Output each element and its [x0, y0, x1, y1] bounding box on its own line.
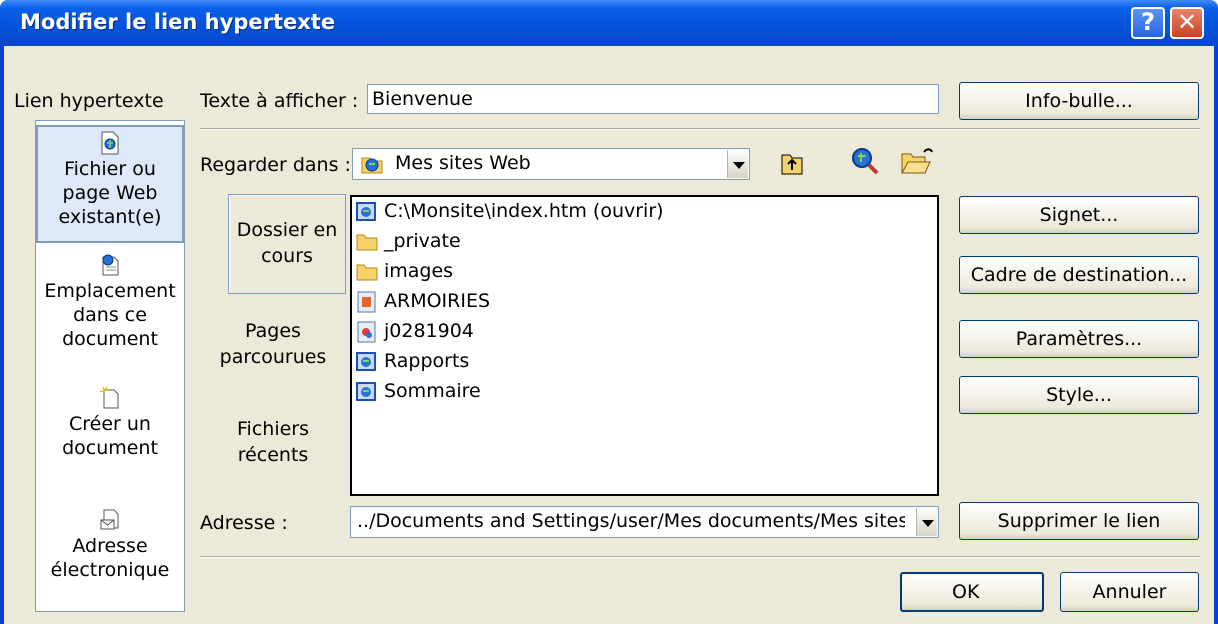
web-project-icon: [356, 351, 376, 371]
list-item[interactable]: ARMOIRIES: [356, 287, 490, 315]
file-name: Rapports: [384, 350, 470, 372]
list-item[interactable]: C:\Monsite\index.htm (ouvrir): [356, 197, 664, 225]
scope-recent-files[interactable]: Fichiers récents: [200, 416, 346, 468]
close-icon: ✕: [1176, 8, 1198, 36]
link-type-new-document[interactable]: Créer un document: [36, 386, 184, 476]
link-type-existing-file[interactable]: Fichier ou page Web existant(e): [36, 125, 184, 243]
link-type-label-line1: Adresse: [72, 535, 148, 557]
ok-button[interactable]: OK: [900, 572, 1044, 612]
scope-label-line1: Dossier en: [236, 219, 338, 241]
new-document-icon: [99, 386, 119, 409]
list-item[interactable]: j0281904: [356, 317, 474, 345]
web-search-button[interactable]: [846, 144, 886, 180]
target-frame-button[interactable]: Cadre de destination...: [959, 256, 1199, 294]
separator: [200, 128, 1200, 130]
link-section-label: Lien hypertexte: [14, 90, 164, 112]
link-type-label-line2: dans ce: [73, 304, 147, 326]
up-folder-icon: [781, 154, 803, 175]
link-type-email[interactable]: Adresse électronique: [36, 508, 184, 598]
webpage-file-icon: [101, 131, 119, 155]
folder-icon: [356, 264, 378, 280]
look-in-value: Mes sites Web: [395, 152, 531, 174]
separator: [200, 556, 1200, 558]
list-item[interactable]: Rapports: [356, 347, 469, 375]
help-icon: ?: [1141, 8, 1155, 36]
dialog-body: Lien hypertexte Fichier ou page Web exis…: [4, 46, 1214, 624]
file-name: C:\Monsite\index.htm (ouvrir): [384, 200, 664, 222]
remove-link-button[interactable]: Supprimer le lien: [959, 502, 1199, 540]
look-in-combo[interactable]: Mes sites Web: [352, 148, 750, 180]
address-combo[interactable]: ../Documents and Settings/user/Mes docum…: [350, 506, 939, 538]
open-folder-icon: [901, 148, 933, 174]
title-bar[interactable]: Modifier le lien hypertexte ? ✕: [0, 0, 1218, 46]
link-type-this-document[interactable]: Emplacement dans ce document: [36, 253, 184, 363]
parameters-button[interactable]: Paramètres...: [959, 320, 1199, 358]
display-text-input[interactable]: Bienvenue: [367, 84, 939, 114]
folder-icon: [356, 234, 378, 250]
image-file-icon: [357, 291, 376, 312]
web-project-icon: [356, 381, 376, 401]
file-name: images: [384, 260, 454, 282]
dialog-window: Modifier le lien hypertexte ? ✕ Lien hyp…: [0, 0, 1218, 624]
file-name: ARMOIRIES: [384, 290, 491, 312]
chevron-down-icon[interactable]: [916, 508, 937, 536]
scope-label-line1: Pages: [245, 320, 301, 342]
link-type-label-line2: électronique: [50, 559, 170, 581]
file-name: Sommaire: [384, 380, 481, 402]
chevron-down-icon[interactable]: [727, 150, 748, 178]
bookmark-button[interactable]: Signet...: [959, 196, 1199, 234]
link-type-label-line1: Créer un: [69, 413, 151, 435]
help-button[interactable]: ?: [1131, 7, 1165, 39]
open-folder-button[interactable]: [898, 144, 938, 180]
scope-label-line2: récents: [237, 444, 309, 466]
list-item[interactable]: images: [356, 257, 453, 285]
scope-browsed-pages[interactable]: Pages parcourues: [200, 316, 346, 370]
link-type-label-line2: page Web: [62, 182, 158, 204]
link-type-label-line1: Fichier ou: [64, 158, 156, 180]
scope-label-line2: cours: [261, 245, 313, 267]
link-type-label-line1: Emplacement: [44, 280, 176, 302]
look-in-label: Regarder dans :: [200, 154, 351, 176]
link-type-label-line2: document: [62, 437, 158, 459]
scope-current-folder[interactable]: Dossier en cours: [228, 194, 346, 294]
file-name: j0281904: [384, 320, 474, 342]
dialog-title: Modifier le lien hypertexte: [20, 10, 336, 34]
scope-label-line2: parcourues: [219, 346, 327, 368]
web-project-icon: [356, 201, 376, 221]
display-text-label: Texte à afficher :: [200, 90, 359, 112]
style-button[interactable]: Style...: [959, 376, 1199, 414]
list-item[interactable]: Sommaire: [356, 377, 481, 405]
up-folder-button[interactable]: [772, 147, 812, 183]
tooltip-button[interactable]: Info-bulle...: [959, 82, 1199, 120]
address-label: Adresse :: [200, 512, 288, 534]
email-icon: [100, 509, 119, 530]
address-value: ../Documents and Settings/user/Mes docum…: [357, 510, 905, 532]
link-type-label-line3: document: [62, 328, 158, 350]
browse-scope-bar: Dossier en cours Pages parcourues Fichie…: [200, 194, 351, 492]
link-type-bar: Fichier ou page Web existant(e) Emplacem…: [35, 120, 185, 612]
clipart-file-icon: [357, 321, 376, 342]
web-search-icon: [852, 148, 879, 175]
file-name: _private: [384, 230, 461, 252]
list-item[interactable]: _private: [356, 227, 461, 255]
document-location-icon: [102, 254, 119, 276]
close-button[interactable]: ✕: [1170, 7, 1204, 39]
file-list[interactable]: C:\Monsite\index.htm (ouvrir) _private i…: [350, 195, 939, 496]
scope-label-line1: Fichiers: [237, 418, 309, 440]
web-folder-icon: [361, 157, 383, 174]
cancel-button[interactable]: Annuler: [1060, 572, 1199, 612]
link-type-label-line3: existant(e): [58, 206, 162, 228]
